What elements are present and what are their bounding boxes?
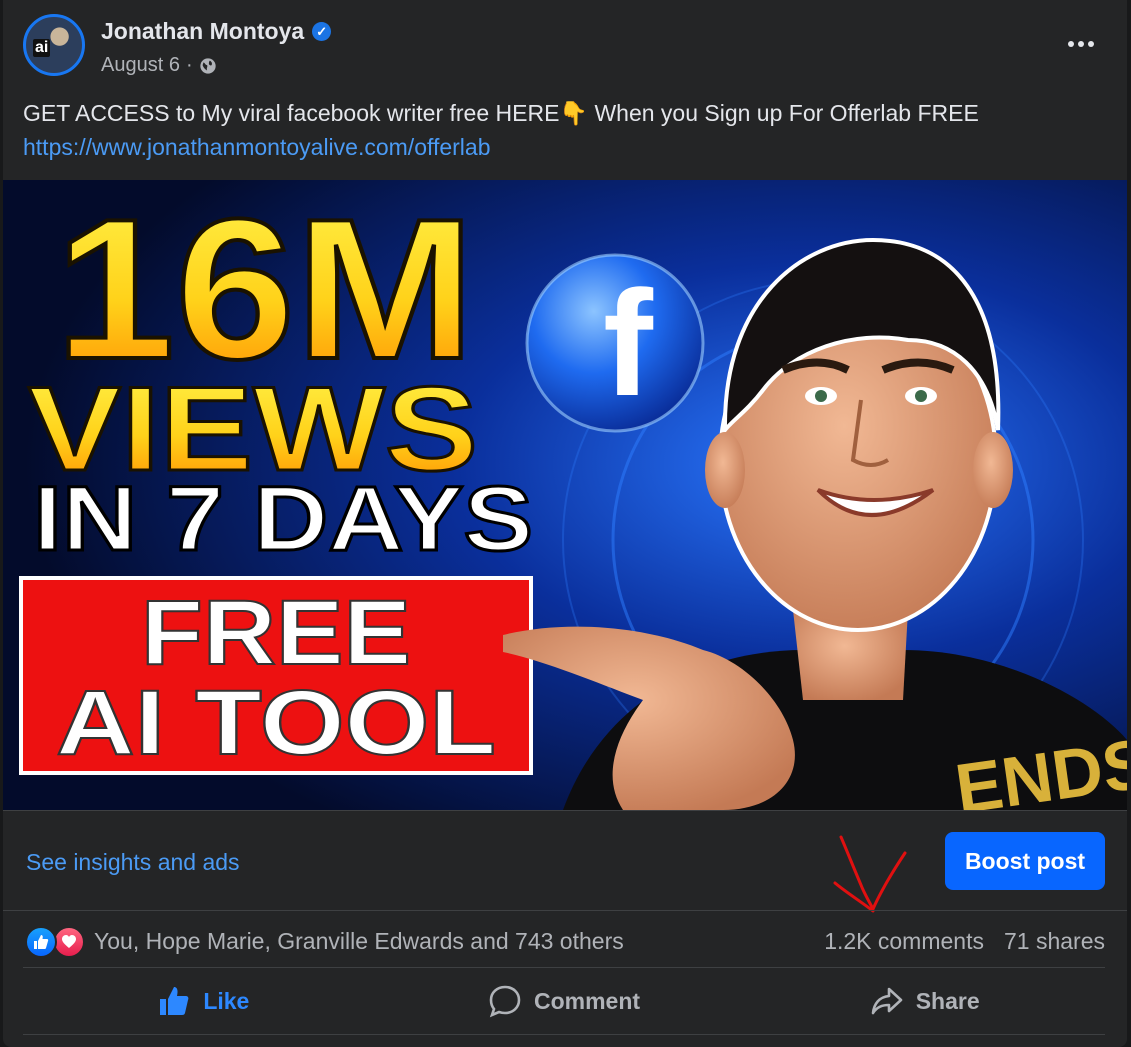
- dot-icon: [1078, 41, 1084, 47]
- post-image[interactable]: 16M VIEWS IN 7 DAYS FREE AI TOOL f ENDS: [3, 180, 1127, 810]
- boost-post-button[interactable]: Boost post: [945, 832, 1105, 890]
- insights-bar: See insights and ads Boost post: [3, 811, 1127, 913]
- more-options-button[interactable]: [1061, 32, 1101, 56]
- post-date[interactable]: August 6: [101, 54, 180, 77]
- comment-button[interactable]: Comment: [384, 970, 745, 1032]
- like-button[interactable]: Like: [23, 970, 384, 1032]
- banner-ai-tool: AI TOOL: [56, 672, 496, 774]
- action-bar: Like Comment Share: [23, 970, 1105, 1032]
- see-insights-link[interactable]: See insights and ads: [26, 849, 240, 876]
- post-text: GET ACCESS to My viral facebook writer f…: [23, 100, 979, 126]
- like-label: Like: [203, 987, 250, 1014]
- globe-icon[interactable]: [199, 57, 217, 75]
- reactors-text[interactable]: You, Hope Marie, Granville Edwards and 7…: [94, 928, 624, 955]
- reactions-row: You, Hope Marie, Granville Edwards and 7…: [23, 918, 1105, 964]
- comments-count[interactable]: 1.2K comments: [824, 928, 984, 955]
- facebook-logo-letter: f: [603, 259, 654, 427]
- post-card: ai Jonathan Montoya ✓ August 6 · GET ACC…: [3, 0, 1127, 1047]
- like-reaction-icon: [25, 926, 57, 958]
- love-reaction-icon: [53, 926, 85, 958]
- avatar[interactable]: ai: [23, 14, 85, 76]
- post-body: GET ACCESS to My viral facebook writer f…: [23, 96, 1113, 164]
- divider: [23, 1034, 1105, 1035]
- banner-free: FREE: [141, 582, 411, 684]
- reaction-icons[interactable]: [25, 926, 89, 958]
- headline-days: IN 7 DAYS: [33, 468, 533, 570]
- red-arrow-annotation: [833, 835, 907, 913]
- avatar-label: ai: [33, 39, 51, 57]
- share-arrow-icon: [871, 987, 903, 1015]
- comment-bubble-icon: [489, 985, 521, 1018]
- dot-icon: [1088, 41, 1094, 47]
- post-header: ai Jonathan Montoya ✓ August 6 ·: [23, 14, 1113, 84]
- share-label: Share: [915, 987, 980, 1014]
- meta-separator: ·: [185, 54, 193, 76]
- divider: [23, 967, 1105, 968]
- dot-icon: [1068, 41, 1074, 47]
- facebook-logo-icon: f: [525, 253, 705, 433]
- shares-count[interactable]: 71 shares: [1004, 928, 1105, 955]
- thumbs-up-icon: [160, 987, 189, 1015]
- share-button[interactable]: Share: [744, 970, 1105, 1032]
- divider: [3, 910, 1127, 911]
- author-name[interactable]: Jonathan Montoya: [101, 18, 304, 45]
- author-name-row: Jonathan Montoya ✓: [101, 18, 332, 45]
- engagement-counts: 1.2K comments 71 shares: [824, 928, 1105, 955]
- verified-badge-icon: ✓: [312, 22, 332, 41]
- post-link[interactable]: https://www.jonathanmontoyalive.com/offe…: [23, 130, 1113, 164]
- comment-label: Comment: [533, 987, 641, 1014]
- thumbnail-graphic: 16M VIEWS IN 7 DAYS FREE AI TOOL f ENDS: [3, 180, 1127, 810]
- post-meta: August 6 ·: [101, 54, 217, 77]
